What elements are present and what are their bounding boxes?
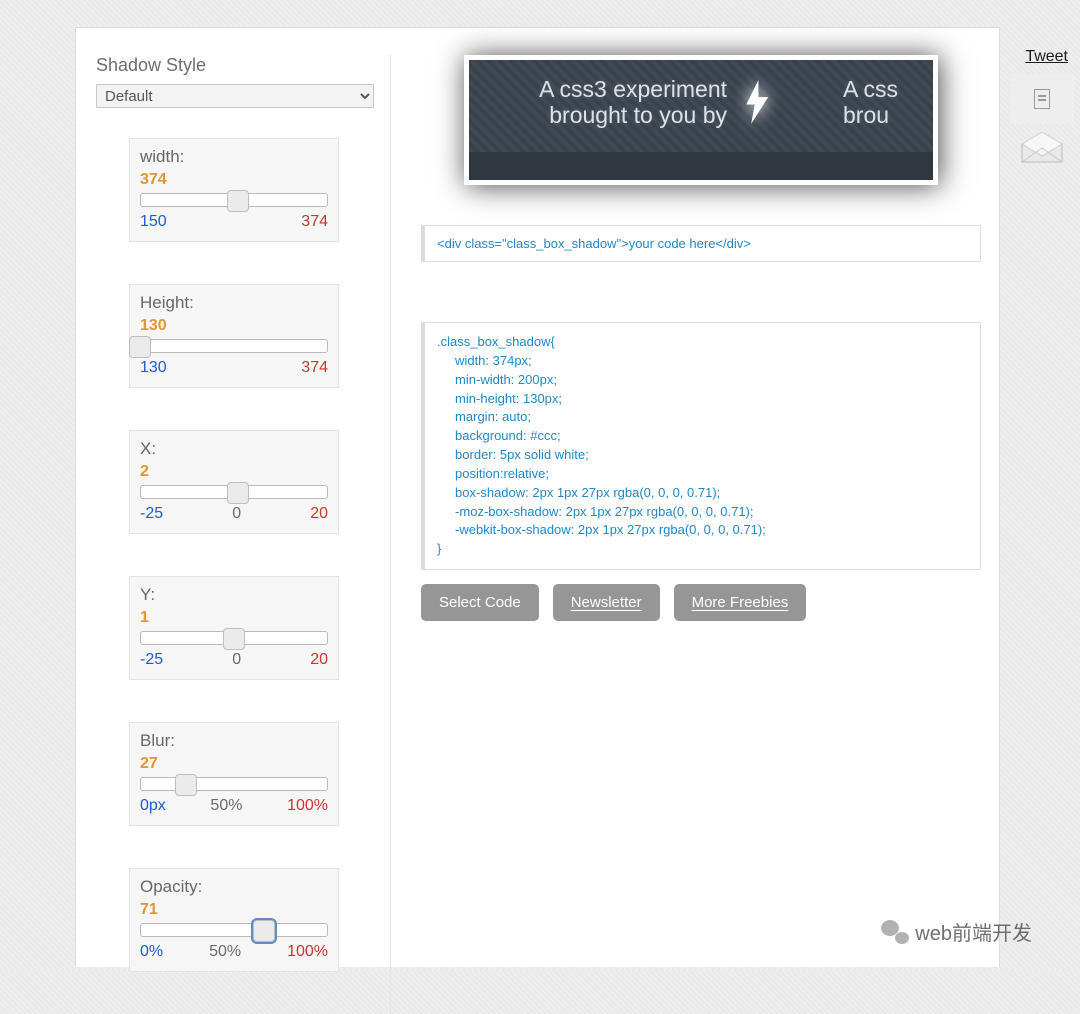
slider-track[interactable] — [140, 193, 328, 207]
slider-track[interactable] — [140, 339, 328, 353]
slider-range-labels: -25 0 20 — [140, 651, 328, 669]
slider-min: -25 — [140, 651, 163, 669]
slider-max: 20 — [310, 651, 328, 669]
newsletter-button[interactable]: Newsletter — [553, 584, 660, 621]
slider-value: 374 — [140, 171, 328, 189]
button-row: Select Code Newsletter More Freebies — [421, 584, 981, 621]
document-icon — [1034, 89, 1050, 109]
slider-label: width: — [140, 147, 328, 167]
slider-min: 0% — [140, 943, 163, 961]
slider-thumb[interactable] — [227, 482, 249, 504]
tweet-link[interactable]: Tweet — [1025, 48, 1068, 66]
app-panel: Shadow Style Default width:374150374Heig… — [75, 27, 1000, 967]
slider-thumb[interactable] — [253, 920, 275, 942]
slider-range-labels: 130 374 — [140, 359, 328, 377]
slider-track[interactable] — [140, 777, 328, 791]
slider-range-labels: -25 0 20 — [140, 505, 328, 523]
slider-thumb[interactable] — [227, 190, 249, 212]
slider-y: Y: 1 -25 0 20 — [129, 576, 339, 680]
slider-value: 130 — [140, 317, 328, 335]
slider-max: 100% — [287, 943, 328, 961]
shadow-style-select[interactable]: Default — [96, 84, 374, 108]
slider-range-labels: 0% 50% 100% — [140, 943, 328, 961]
slider-max: 20 — [310, 505, 328, 523]
html-code-box[interactable]: <div class="class_box_shadow">your code … — [421, 225, 981, 262]
select-code-button[interactable]: Select Code — [421, 584, 539, 621]
slider-range-labels: 0px 50% 100% — [140, 797, 328, 815]
slider-mid: 50% — [209, 943, 241, 961]
slider-blur: Blur: 27 0px 50% 100% — [129, 722, 339, 826]
slider-track[interactable] — [140, 485, 328, 499]
slider-value: 27 — [140, 755, 328, 773]
save-share-box[interactable] — [1010, 74, 1074, 124]
slider-thumb[interactable] — [175, 774, 197, 796]
slider-track[interactable] — [140, 631, 328, 645]
slider-value: 1 — [140, 609, 328, 627]
mail-icon[interactable] — [1020, 132, 1064, 164]
more-freebies-button[interactable]: More Freebies — [674, 584, 807, 621]
slider-mid: 50% — [210, 797, 242, 815]
ad-text-right: A cssbrou — [843, 76, 938, 129]
shadow-preview-box: A css3 experimentbrought to you by A css… — [464, 55, 938, 185]
ad-banner: A css3 experimentbrought to you by A css… — [469, 60, 933, 180]
slider-track[interactable] — [140, 923, 328, 937]
slider-thumb[interactable] — [223, 628, 245, 650]
slider-thumb[interactable] — [129, 336, 151, 358]
slider-value: 2 — [140, 463, 328, 481]
slider-label: Height: — [140, 293, 328, 313]
sliders-container: width: 374 150 374 Height: 130 130 374 X: 2 -25 0 20… — [129, 138, 339, 972]
lightning-bolt-icon — [741, 80, 771, 124]
slider-label: X: — [140, 439, 328, 459]
slider-label: Y: — [140, 585, 328, 605]
slider-value: 71 — [140, 901, 328, 919]
slider-min: 130 — [140, 359, 167, 377]
slider-min: 150 — [140, 213, 167, 231]
slider-height: Height: 130 130 374 — [129, 284, 339, 388]
slider-mid: 0 — [232, 505, 241, 523]
preview-wrapper: A css3 experimentbrought to you by A css… — [464, 55, 938, 185]
right-column: A css3 experimentbrought to you by A css… — [421, 55, 981, 621]
left-column: Shadow Style Default width:374150374Heig… — [96, 55, 391, 1014]
slider-opacity: Opacity: 71 0% 50% 100% — [129, 868, 339, 972]
slider-label: Blur: — [140, 731, 328, 751]
slider-min: -25 — [140, 505, 163, 523]
ad-bottom-band — [469, 152, 933, 180]
css-code-box[interactable]: .class_box_shadow{ width: 374px; min-wid… — [421, 322, 981, 570]
slider-mid: 0 — [232, 651, 241, 669]
slider-max: 374 — [301, 359, 328, 377]
slider-max: 374 — [301, 213, 328, 231]
slider-label: Opacity: — [140, 877, 328, 897]
slider-max: 100% — [287, 797, 328, 815]
slider-min: 0px — [140, 797, 166, 815]
slider-x: X: 2 -25 0 20 — [129, 430, 339, 534]
ad-text-left: A css3 experimentbrought to you by — [507, 76, 727, 129]
section-title: Shadow Style — [96, 55, 380, 76]
slider-range-labels: 150 374 — [140, 213, 328, 231]
slider-width: width: 374 150 374 — [129, 138, 339, 242]
